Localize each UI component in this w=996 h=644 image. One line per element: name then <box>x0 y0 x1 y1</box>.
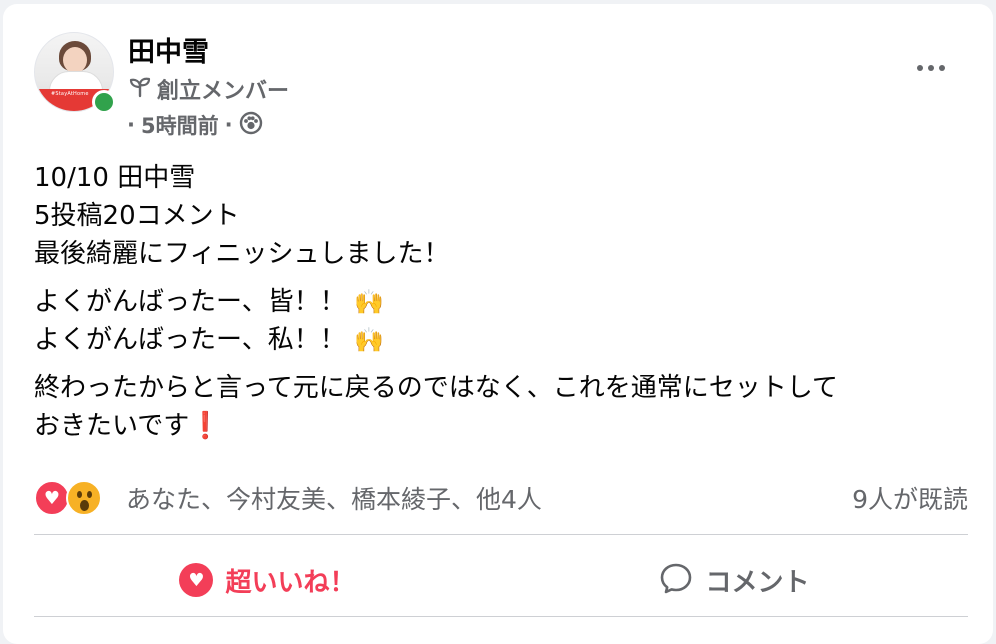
action-bar: ♥ 超いいね！ コメント <box>34 540 968 620</box>
like-label: 超いいね！ <box>225 567 356 598</box>
avatar-banner-text: #StayAtHome <box>51 91 89 97</box>
paragraph: 終わったからと言って元に戻るのではなく、これを通常にセットして おきたいです❗ <box>34 369 974 445</box>
reaction-icons: ♥ <box>34 480 114 516</box>
wow-icon <box>66 480 102 516</box>
avatar[interactable]: #StayAtHome <box>34 32 116 114</box>
wow-mouth <box>80 500 89 511</box>
avatar-face <box>63 47 87 73</box>
dot-icon <box>917 65 923 71</box>
heart-icon: ♥ <box>34 480 70 516</box>
text-line: おきたいです <box>34 411 190 441</box>
text-line-with-emoji: よくがんばったー、皆！！ 🙌 <box>34 283 974 321</box>
divider <box>34 616 968 617</box>
sprout-icon <box>129 76 151 102</box>
text-line-with-emoji: よくがんばったー、私！！ 🙌 <box>34 321 974 359</box>
timestamp[interactable]: 5時間前 <box>141 110 219 140</box>
divider <box>34 534 968 535</box>
exclamation-icon: ❗ <box>189 411 222 441</box>
author-name[interactable]: 田中雪 <box>128 30 209 69</box>
heart-icon: ♥ <box>179 563 214 597</box>
text-line: よくがんばったー、皆！！ <box>34 287 346 317</box>
seen-count[interactable]: 9人が既読 <box>852 480 968 516</box>
like-button[interactable]: ♥ 超いいね！ <box>34 540 501 620</box>
paragraph: よくがんばったー、皆！！ 🙌 よくがんばったー、私！！ 🙌 <box>34 283 974 359</box>
text-line: よくがんばったー、私！！ <box>34 325 346 355</box>
raising-hands-icon: 🙌 <box>354 326 384 354</box>
raising-hands-icon: 🙌 <box>354 288 384 316</box>
text-line: 10/10 田中雪 <box>34 163 196 193</box>
role-badge[interactable]: 創立メンバー <box>129 74 289 104</box>
reaction-names[interactable]: あなた、今村友美、橋本綾子、他4人 <box>126 480 542 516</box>
comment-button[interactable]: コメント <box>501 540 968 620</box>
dot-icon <box>928 65 934 71</box>
text-line-with-emoji: おきたいです❗ <box>34 407 974 445</box>
comment-label: コメント <box>705 567 810 598</box>
post-card: #StayAtHome 田中雪 創立メンバー · 5時間前 · 10/10 田中… <box>3 4 993 644</box>
wow-eye <box>87 491 92 498</box>
meta-separator: · <box>127 113 135 137</box>
online-status-dot <box>92 90 116 114</box>
text-line: 最後綺麗にフィニッシュしました！ <box>34 239 450 269</box>
more-options-button[interactable] <box>909 56 953 80</box>
post-meta: · 5時間前 · <box>127 110 263 140</box>
role-label: 創立メンバー <box>157 79 290 104</box>
dot-icon <box>939 65 945 71</box>
paragraph: 10/10 田中雪 5投稿20コメント 最後綺麗にフィニッシュしました！ <box>34 159 974 273</box>
text-line: 終わったからと言って元に戻るのではなく、これを通常にセットして <box>34 373 838 403</box>
post-body: 10/10 田中雪 5投稿20コメント 最後綺麗にフィニッシュしました！ よくが… <box>34 159 974 455</box>
meta-separator: · <box>224 113 233 137</box>
wow-eye <box>77 491 82 498</box>
text-line: 5投稿20コメント <box>34 201 240 231</box>
group-icon[interactable] <box>239 111 263 140</box>
comment-icon <box>659 561 693 599</box>
reactions-bar[interactable]: ♥ あなた、今村友美、橋本綾子、他4人 9人が既読 <box>34 478 968 518</box>
